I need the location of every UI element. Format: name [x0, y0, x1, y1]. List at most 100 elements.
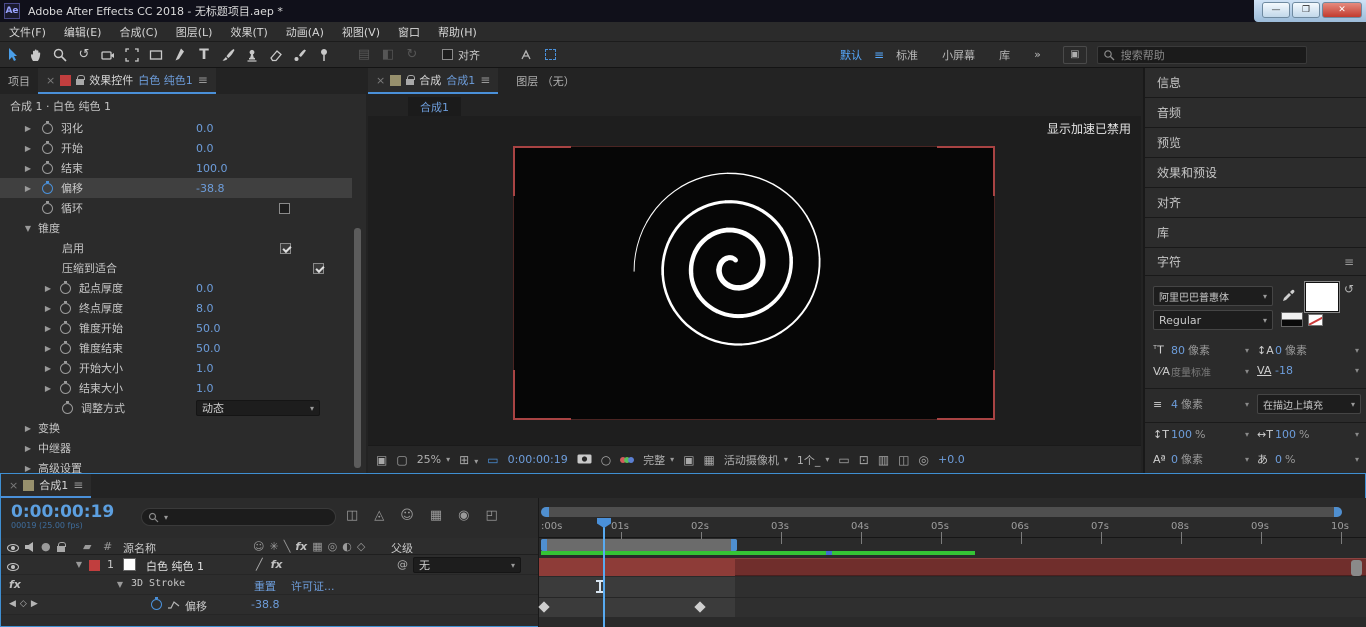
menu-file[interactable]: 文件(F) — [0, 24, 55, 40]
property-value[interactable]: -38.8 — [196, 182, 224, 195]
selection-tool-icon[interactable] — [0, 44, 24, 66]
menu-composition[interactable]: 合成(C) — [110, 24, 166, 40]
layer-name[interactable]: 白色 纯色 1 — [146, 558, 204, 574]
expand-icon[interactable]: ▶ — [42, 384, 54, 393]
rectangle-tool-icon[interactable] — [144, 44, 168, 66]
snapshot-icon[interactable] — [577, 453, 592, 467]
timeline-button-icon[interactable]: ▥ — [878, 453, 889, 467]
workspace-menu-icon[interactable]: ≡ — [874, 48, 884, 62]
eraser-tool-icon[interactable] — [264, 44, 288, 66]
viewer-subtab[interactable]: 合成1 — [408, 97, 461, 116]
draft-3d-icon[interactable]: ◬ — [374, 508, 384, 523]
pen-tool-icon[interactable] — [168, 44, 192, 66]
property-name[interactable]: 偏移 — [185, 598, 207, 614]
workspace-settings-icon[interactable]: ▣ — [1062, 45, 1087, 64]
panel-preview[interactable]: 预览 — [1145, 128, 1366, 158]
mask-feather-icon[interactable] — [538, 44, 562, 66]
stopwatch-icon[interactable] — [42, 200, 53, 214]
fill-mode-dropdown[interactable]: 在描边上填充 ▾ — [1257, 394, 1361, 414]
layer-visibility-toggle[interactable] — [7, 561, 19, 574]
adjust-mode-dropdown[interactable]: 动态 ▾ — [196, 400, 320, 416]
vertical-scroll-handle[interactable] — [1351, 560, 1362, 576]
collapse-icon[interactable]: ▼ — [22, 224, 34, 233]
property-value[interactable]: 100.0 — [196, 162, 228, 175]
search-options-icon[interactable]: ▾ — [164, 513, 168, 522]
menu-effect[interactable]: 效果(T) — [221, 24, 276, 40]
active-camera-dropdown[interactable]: 活动摄像机 ▾ — [724, 452, 788, 468]
rotation-tool-icon[interactable]: ↺ — [72, 44, 96, 66]
property-value[interactable]: 0.0 — [196, 142, 214, 155]
source-name-column[interactable]: 源名称 — [123, 540, 156, 556]
work-area-start-handle[interactable] — [541, 539, 547, 551]
resolution-dropdown[interactable]: 完整 ▾ — [643, 452, 674, 468]
flowchart-icon[interactable]: ◫ — [898, 453, 909, 467]
close-button[interactable]: ✕ — [1322, 2, 1362, 18]
comp-flowchart-icon[interactable]: ◫ — [346, 508, 358, 523]
always-preview-icon[interactable]: ▣ — [376, 453, 387, 467]
tab-timeline-comp[interactable]: × 合成1 ≡ — [1, 474, 92, 498]
workspace-tab-libraries[interactable]: 库 — [987, 47, 1022, 63]
magnification-dropdown[interactable]: 25% ▾ — [417, 453, 450, 466]
panel-menu-icon[interactable]: ≡ — [1344, 255, 1354, 269]
pickwhip-icon[interactable]: @ — [397, 558, 408, 571]
menu-window[interactable]: 窗口 — [389, 24, 429, 40]
parent-dropdown[interactable]: 无 ▾ — [413, 557, 521, 573]
effect-expand-icon[interactable]: ▼ — [114, 580, 126, 589]
stopwatch-icon[interactable] — [60, 380, 71, 394]
add-keyframe-icon[interactable]: ◇ — [20, 599, 27, 609]
group-name[interactable]: 高级设置 — [38, 460, 82, 473]
stopwatch-icon[interactable] — [62, 400, 73, 414]
stopwatch-icon-active[interactable] — [151, 597, 162, 610]
current-timecode[interactable]: 0:00:00:19 — [11, 502, 114, 522]
frame-blending-icon[interactable]: ▦ — [430, 508, 442, 523]
panel-effects-presets[interactable]: 效果和预设 — [1145, 158, 1366, 188]
property-value[interactable]: 8.0 — [196, 302, 214, 315]
property-value[interactable]: 1.0 — [196, 362, 214, 375]
no-fill-swatch[interactable] — [1308, 314, 1323, 326]
help-search-input[interactable]: 搜索帮助 — [1096, 45, 1307, 64]
composition-viewer[interactable]: 显示加速已禁用 — [368, 116, 1141, 445]
exposure-value[interactable]: +0.0 — [938, 453, 965, 466]
text-tool-icon[interactable]: T — [192, 44, 216, 66]
close-tab-icon[interactable]: × — [46, 74, 55, 87]
grid-guides-icon[interactable]: ⊞ ▾ — [459, 453, 478, 467]
next-keyframe-icon[interactable]: ▶ — [31, 599, 38, 609]
timeline-nav-bar[interactable] — [541, 507, 1342, 517]
baseline-shift-field[interactable]: Aª 0 像素 ▾ — [1153, 451, 1253, 467]
font-size-field[interactable]: тT 80 像素 ▾ — [1153, 342, 1253, 358]
prev-keyframe-icon[interactable]: ◀ — [9, 599, 16, 609]
current-time-display[interactable]: 0:00:00:19 — [508, 453, 568, 466]
pan-behind-tool-icon[interactable] — [120, 44, 144, 66]
property-value[interactable]: 50.0 — [196, 322, 221, 335]
puppet-pin-tool-icon[interactable] — [312, 44, 336, 66]
time-ruler[interactable] — [539, 518, 1366, 538]
property-value[interactable]: 0.0 — [196, 122, 214, 135]
fx-switch-icon[interactable]: fx — [271, 558, 283, 571]
menu-view[interactable]: 视图(V) — [333, 24, 389, 40]
swap-colors-icon[interactable]: ↺ — [1344, 282, 1354, 296]
work-area-end-handle[interactable] — [731, 539, 737, 551]
stopwatch-icon-active[interactable] — [42, 180, 53, 194]
expand-icon[interactable]: ▶ — [42, 284, 54, 293]
stopwatch-icon[interactable] — [60, 320, 71, 334]
eyedropper-icon[interactable] — [1281, 286, 1296, 304]
font-style-dropdown[interactable]: Regular ▾ — [1153, 310, 1273, 330]
shy-layers-icon[interactable]: ☺ — [400, 508, 414, 523]
stopwatch-icon[interactable] — [60, 360, 71, 374]
zoom-tool-icon[interactable] — [48, 44, 72, 66]
lock-icon[interactable] — [406, 74, 416, 85]
graph-icon[interactable] — [167, 600, 180, 613]
stopwatch-icon[interactable] — [42, 120, 53, 134]
restore-button[interactable]: ❐ — [1292, 2, 1320, 18]
target-region-icon[interactable]: ▣ — [683, 453, 694, 467]
compress-checkbox[interactable] — [313, 262, 324, 274]
panel-libraries[interactable]: 库 — [1145, 218, 1366, 248]
property-value[interactable]: 50.0 — [196, 342, 221, 355]
panel-align[interactable]: 对齐 — [1145, 188, 1366, 218]
tsume-field[interactable]: あ 0% ▾ — [1257, 451, 1361, 467]
expand-icon[interactable]: ▶ — [42, 344, 54, 353]
exposure-icon[interactable]: ◎ — [919, 453, 929, 467]
expand-icon[interactable]: ▶ — [42, 324, 54, 333]
group-name[interactable]: 变换 — [38, 420, 60, 436]
loop-checkbox[interactable] — [279, 202, 290, 214]
